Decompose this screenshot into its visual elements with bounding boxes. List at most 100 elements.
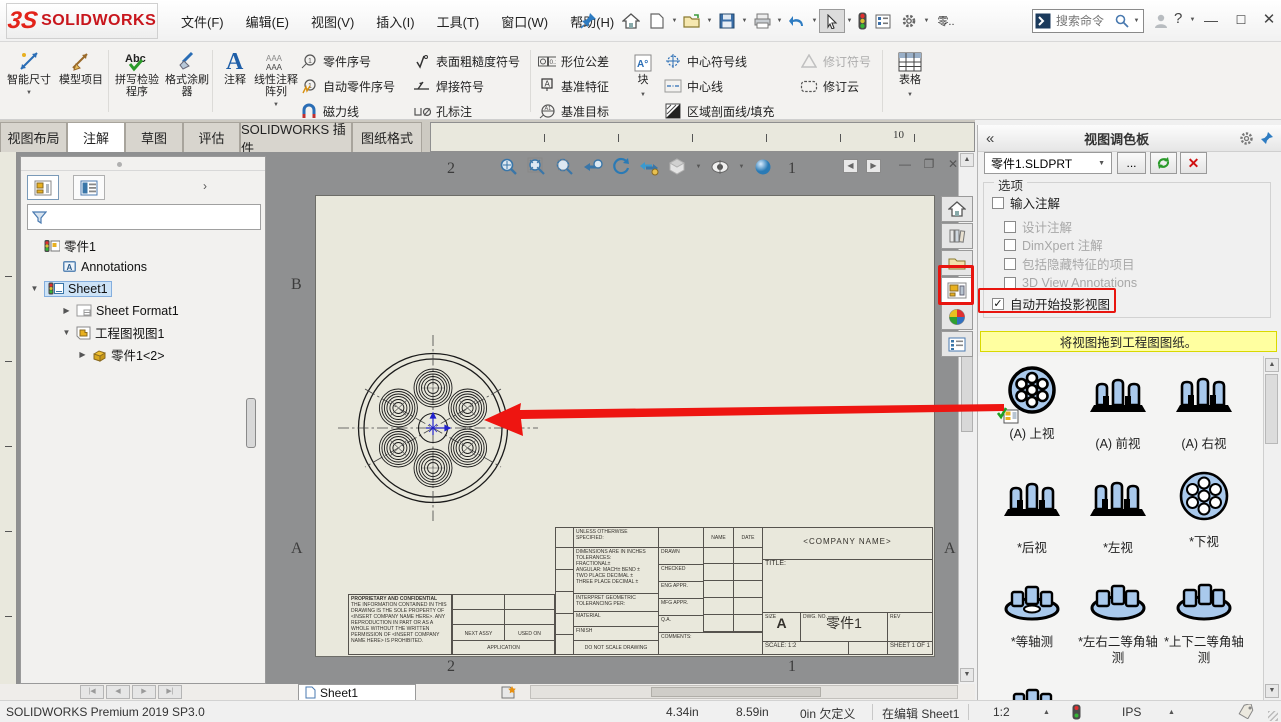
- print-icon[interactable]: [749, 9, 775, 33]
- close-icon[interactable]: ✕: [1256, 8, 1281, 32]
- zoom-fit-icon[interactable]: [526, 156, 548, 178]
- 3d-drawing-view-icon[interactable]: [638, 156, 660, 178]
- block-button[interactable]: A° 块▼: [630, 46, 656, 116]
- status-sheet-scale[interactable]: 1:2: [993, 705, 1010, 719]
- file-explorer-button[interactable]: [941, 250, 973, 276]
- thumbnail-partial[interactable]: [989, 686, 1075, 700]
- linear-note-dropdown-icon[interactable]: ▼: [272, 99, 281, 111]
- macro-button[interactable]: 零..: [931, 9, 961, 33]
- palette-scrollbar[interactable]: ▲ ▼: [1263, 356, 1279, 700]
- undo-dropdown-icon[interactable]: ▼: [810, 18, 819, 24]
- prev-sheet-icon[interactable]: ◀: [106, 685, 130, 699]
- search-dropdown-icon[interactable]: ▼: [1132, 18, 1141, 24]
- design-library-button[interactable]: [941, 223, 973, 249]
- datum-feature-button[interactable]: A基准特征: [538, 75, 609, 97]
- status-tag-icon[interactable]: [1238, 704, 1255, 719]
- format-painter-button[interactable]: 格式涂刷器: [162, 46, 212, 116]
- scroll-thumb[interactable]: [651, 687, 821, 697]
- select-dropdown-icon[interactable]: ▼: [845, 18, 854, 24]
- help-dropdown-icon[interactable]: ▼: [1188, 17, 1197, 23]
- settings-dropdown-icon[interactable]: ▼: [922, 18, 931, 24]
- pane-settings-icon[interactable]: [1239, 131, 1254, 146]
- expand-arrow-icon[interactable]: ▶: [77, 350, 88, 359]
- tables-dropdown-icon[interactable]: ▼: [906, 89, 915, 101]
- zoom-area-icon[interactable]: [554, 156, 576, 178]
- tree-item-sheet-format[interactable]: ▶ Sheet Format1: [61, 300, 179, 321]
- tree-item-sheet1[interactable]: ▼ Sheet1: [29, 278, 112, 299]
- menu-tools[interactable]: 工具(T): [426, 12, 491, 31]
- tree-item-part-instance[interactable]: ▶ 零件1<2>: [77, 344, 165, 365]
- maximize-icon[interactable]: ☐: [1228, 8, 1254, 32]
- display-style-dropdown-icon[interactable]: ▼: [737, 164, 746, 170]
- dock-left-icon[interactable]: ◀: [843, 159, 858, 173]
- scroll-down-icon[interactable]: ▼: [960, 668, 974, 682]
- units-dropdown-icon[interactable]: ▲: [1168, 709, 1175, 716]
- home-icon[interactable]: [618, 9, 644, 33]
- status-units[interactable]: IPS: [1122, 705, 1141, 719]
- zoom-icon[interactable]: [498, 156, 520, 178]
- view-orientation-dropdown-icon[interactable]: ▼: [694, 164, 703, 170]
- scroll-thumb[interactable]: [961, 352, 973, 432]
- menu-edit[interactable]: 编辑(E): [235, 12, 300, 31]
- next-sheet-icon[interactable]: ▶: [132, 685, 156, 699]
- last-sheet-icon[interactable]: ▶|: [158, 685, 182, 699]
- rotate-view-icon[interactable]: [610, 156, 632, 178]
- document-select-dropdown[interactable]: 零件1.SLDPRT ▼: [984, 152, 1112, 174]
- menu-view[interactable]: 视图(V): [300, 12, 365, 31]
- auto-balloon-button[interactable]: 1自动零件序号: [300, 75, 395, 97]
- new-file-icon[interactable]: [644, 9, 670, 33]
- thumbnail-top-view[interactable]: (A) 上视: [989, 364, 1075, 442]
- edit-appearance-icon[interactable]: [752, 156, 774, 178]
- featuremanager-tab[interactable]: [27, 175, 59, 200]
- collapse-icon[interactable]: «: [986, 130, 994, 147]
- balloon-button[interactable]: 1零件序号: [300, 50, 371, 72]
- tab-annotation[interactable]: 注解: [67, 122, 125, 152]
- option-dimxpert-annotations[interactable]: DimXpert 注解: [1004, 237, 1103, 252]
- user-icon[interactable]: [1148, 9, 1174, 33]
- panel-drag-strip[interactable]: [21, 157, 265, 171]
- view-orientation-icon[interactable]: [666, 156, 688, 178]
- tree-item-drawing-view[interactable]: ▼ 工程图视图1: [61, 322, 164, 343]
- refresh-button[interactable]: [1150, 152, 1177, 174]
- tab-sketch[interactable]: 草图: [125, 122, 183, 152]
- select-icon[interactable]: [819, 9, 845, 33]
- print-dropdown-icon[interactable]: ▼: [775, 18, 784, 24]
- thumbnail-isometric-view[interactable]: *等轴测: [989, 572, 1075, 650]
- undo-icon[interactable]: [784, 9, 810, 33]
- tree-filter-box[interactable]: [27, 204, 261, 230]
- scroll-up-icon[interactable]: ▲: [960, 153, 974, 167]
- spell-checker-button[interactable]: Abc 拼写检验程序: [112, 46, 162, 116]
- collapse-arrow-icon[interactable]: ▼: [29, 284, 40, 293]
- open-icon[interactable]: [679, 9, 705, 33]
- thumbnail-front-view[interactable]: (A) 前视: [1075, 364, 1161, 452]
- settings-icon[interactable]: [896, 9, 922, 33]
- previous-view-icon[interactable]: [582, 156, 604, 178]
- tab-view-layout[interactable]: 视图布局: [0, 122, 67, 152]
- revision-cloud-button[interactable]: 修订云: [800, 75, 859, 97]
- thumbnail-right-view[interactable]: (A) 右视: [1161, 364, 1247, 452]
- scroll-up-icon[interactable]: ▲: [1265, 358, 1279, 372]
- child-minimize-icon[interactable]: —: [895, 157, 915, 171]
- option-include-hidden[interactable]: 包括隐藏特征的项目: [1004, 256, 1135, 271]
- menu-window[interactable]: 窗口(W): [490, 12, 559, 31]
- center-mark-button[interactable]: 中心符号线: [664, 50, 747, 72]
- child-restore-icon[interactable]: ❐: [919, 157, 939, 171]
- note-button[interactable]: A 注释: [216, 46, 254, 116]
- tab-evaluate[interactable]: 评估: [183, 122, 240, 152]
- help-icon[interactable]: ?: [1174, 10, 1182, 27]
- save-dropdown-icon[interactable]: ▼: [740, 18, 749, 24]
- pane-pin-icon[interactable]: [1260, 131, 1274, 145]
- datum-target-button[interactable]: A1基准目标: [538, 100, 609, 122]
- tree-item-annotations[interactable]: A Annotations: [47, 256, 147, 277]
- panel-expand-arrow-icon[interactable]: ›: [203, 179, 207, 193]
- resize-grip-icon[interactable]: [1268, 711, 1278, 721]
- model-items-button[interactable]: 模型项目: [56, 46, 106, 116]
- smart-dimension-dropdown-icon[interactable]: ▼: [25, 87, 34, 99]
- display-style-icon[interactable]: [709, 156, 731, 178]
- search-input[interactable]: [1054, 13, 1112, 29]
- first-sheet-icon[interactable]: |◀: [80, 685, 104, 699]
- pin-icon[interactable]: [580, 11, 598, 29]
- thumbnail-back-view[interactable]: *后视: [989, 468, 1075, 556]
- custom-properties-button[interactable]: [941, 331, 973, 357]
- revision-symbol-button[interactable]: 修订符号: [800, 50, 871, 72]
